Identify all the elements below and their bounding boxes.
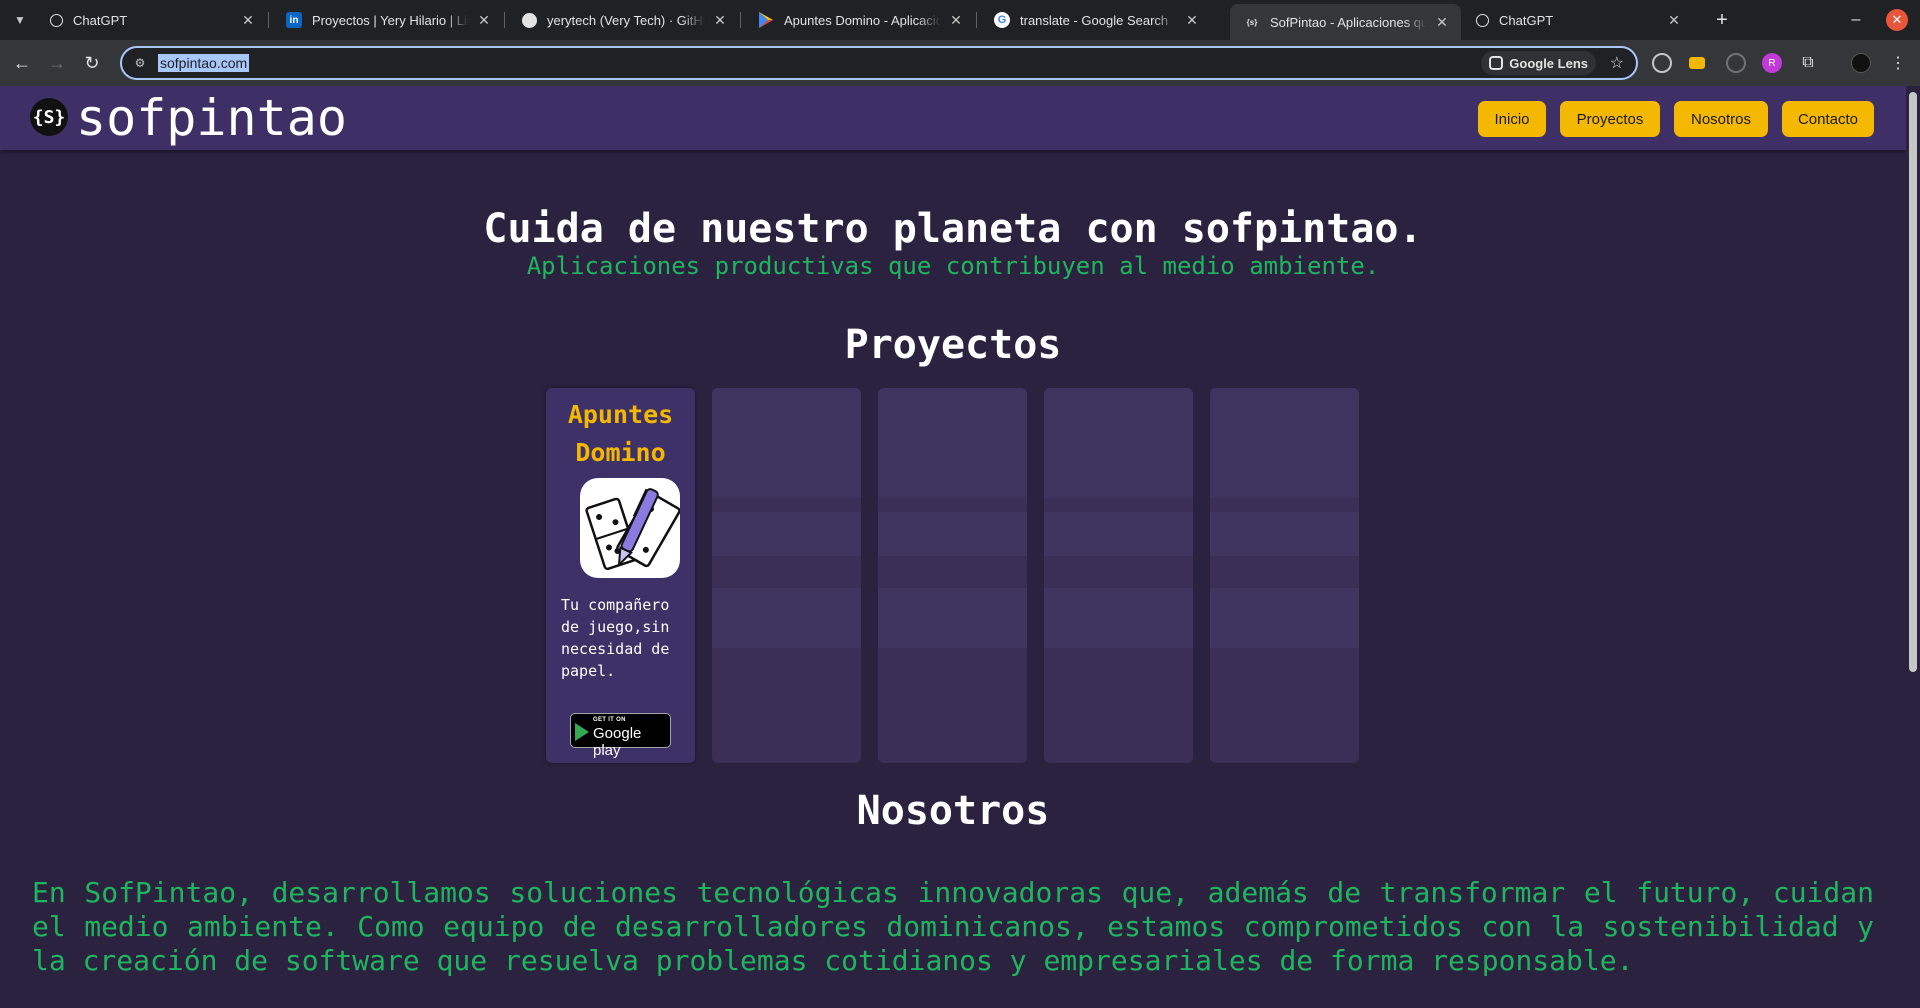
page-scrollbar[interactable]: [1906, 86, 1920, 1008]
project-card-placeholder: [1210, 388, 1359, 763]
reload-icon[interactable]: ↻: [80, 51, 104, 75]
github-icon: [522, 12, 537, 28]
tab-title: SofPintao - Aplicaciones que: [1270, 14, 1427, 30]
site-logo-text[interactable]: sofpintao: [76, 90, 347, 146]
window-close-icon[interactable]: ✕: [1886, 9, 1908, 31]
lens-icon: [1489, 56, 1504, 70]
extension-profile-icon[interactable]: R: [1762, 53, 1782, 73]
tab-title: translate - Google Search: [1020, 12, 1169, 28]
tab-title: Proyectos | Yery Hilario | LinkedIn: [312, 12, 469, 28]
browser-tab-active[interactable]: {s} SofPintao - Aplicaciones que ✕: [1230, 4, 1461, 40]
browser-toolbar: ← → ↻ ⚙ sofpintao.com Google Lens ☆ R ⧉ …: [0, 40, 1920, 86]
chatgpt-icon: [50, 13, 63, 27]
tab-separator: [740, 12, 741, 28]
close-tab-icon[interactable]: ✕: [711, 11, 729, 29]
page-viewport: {S} sofpintao Inicio Proyectos Nosotros …: [0, 86, 1906, 1008]
browser-menu-icon[interactable]: ⋮: [1888, 53, 1908, 73]
google-lens-button[interactable]: Google Lens: [1481, 51, 1596, 75]
project-card-placeholder: [712, 388, 861, 763]
site-header: {S} sofpintao Inicio Proyectos Nosotros …: [0, 86, 1906, 150]
site-settings-icon[interactable]: ⚙: [132, 55, 148, 71]
google-icon: G: [994, 12, 1010, 28]
domino-app-icon[interactable]: [580, 478, 680, 578]
hero-title: Cuida de nuestro planeta con sofpintao.: [483, 206, 1423, 252]
google-play-triangle-icon: [575, 723, 589, 741]
project-card-placeholder: [1044, 388, 1193, 763]
close-tab-icon[interactable]: ✕: [1183, 11, 1201, 29]
about-paragraph: En SofPintao, desarrollamos soluciones t…: [32, 876, 1874, 977]
tab-title: yerytech (Very Tech) · GitHub: [547, 12, 705, 28]
nav-contacto-button[interactable]: Contacto: [1782, 101, 1874, 137]
browser-tab[interactable]: in Proyectos | Yery Hilario | LinkedIn ✕: [272, 4, 503, 36]
forward-arrow-icon[interactable]: →: [45, 51, 69, 75]
logo-badge-icon[interactable]: {S}: [30, 98, 68, 136]
extension-target-icon[interactable]: [1652, 53, 1672, 73]
close-tab-icon[interactable]: ✕: [1433, 13, 1451, 31]
browser-tab[interactable]: yerytech (Very Tech) · GitHub ✕: [508, 4, 739, 36]
chatgpt-icon: [1476, 13, 1489, 27]
google-play-icon: [758, 12, 774, 28]
projects-heading: Proyectos: [844, 322, 1062, 368]
bookmark-star-icon[interactable]: ☆: [1610, 53, 1624, 73]
close-tab-icon[interactable]: ✕: [1665, 11, 1683, 29]
tab-title: ChatGPT: [73, 12, 128, 28]
address-bar[interactable]: ⚙ sofpintao.com Google Lens ☆: [120, 46, 1638, 80]
scrollbar-thumb[interactable]: [1909, 92, 1917, 672]
about-heading: Nosotros: [856, 788, 1050, 834]
badge-store-text: Google play: [593, 725, 642, 759]
badge-small-text: GET IT ON: [593, 717, 626, 723]
close-tab-icon[interactable]: ✕: [475, 11, 493, 29]
lens-label: Google Lens: [1509, 55, 1588, 71]
tab-title: Apuntes Domino - Aplicaciones en Google …: [784, 12, 941, 28]
back-arrow-icon[interactable]: ←: [10, 51, 34, 75]
browser-tab[interactable]: Apuntes Domino - Aplicaciones en Google …: [744, 4, 975, 36]
project-card-description: Tu compañero de juego,sin necesidad de p…: [561, 596, 670, 680]
nav-nosotros-button[interactable]: Nosotros: [1674, 101, 1768, 137]
tab-separator: [976, 12, 977, 28]
project-card-apuntes-domino[interactable]: Apuntes Domino Tu compañero de juego,sin…: [546, 388, 695, 763]
extension-folder-icon[interactable]: [1689, 57, 1705, 69]
google-play-badge-button[interactable]: GET IT ON Google play: [570, 713, 671, 759]
profile-avatar[interactable]: [1851, 53, 1871, 73]
project-card-placeholder: [878, 388, 1027, 763]
extension-disabled-icon[interactable]: [1726, 53, 1746, 73]
hero-subtitle: Aplicaciones productivas que contribuyen…: [526, 252, 1380, 280]
tab-search-chevron-icon[interactable]: ▼: [8, 8, 32, 32]
sofpintao-favicon-icon: {s}: [1246, 17, 1258, 27]
extensions-puzzle-icon[interactable]: ⧉: [1798, 53, 1818, 73]
new-tab-icon[interactable]: +: [1709, 8, 1735, 32]
tab-title: ChatGPT: [1499, 12, 1554, 28]
nav-proyectos-button[interactable]: Proyectos: [1560, 101, 1660, 137]
browser-tab-strip: ▼ ChatGPT ✕ in Proyectos | Yery Hilario …: [0, 0, 1920, 40]
tab-separator: [268, 12, 269, 28]
linkedin-icon: in: [286, 12, 302, 28]
url-text[interactable]: sofpintao.com: [158, 54, 250, 72]
project-card-title: Apuntes Domino: [567, 400, 674, 467]
browser-tab[interactable]: G translate - Google Search ✕: [980, 4, 1211, 36]
nav-inicio-button[interactable]: Inicio: [1478, 101, 1546, 137]
minimize-icon[interactable]: –: [1842, 6, 1870, 34]
tab-separator: [504, 12, 505, 28]
browser-tab[interactable]: ChatGPT ✕: [36, 4, 267, 36]
browser-tab[interactable]: ChatGPT ✕: [1462, 4, 1693, 36]
close-tab-icon[interactable]: ✕: [239, 11, 257, 29]
close-tab-icon[interactable]: ✕: [947, 11, 965, 29]
